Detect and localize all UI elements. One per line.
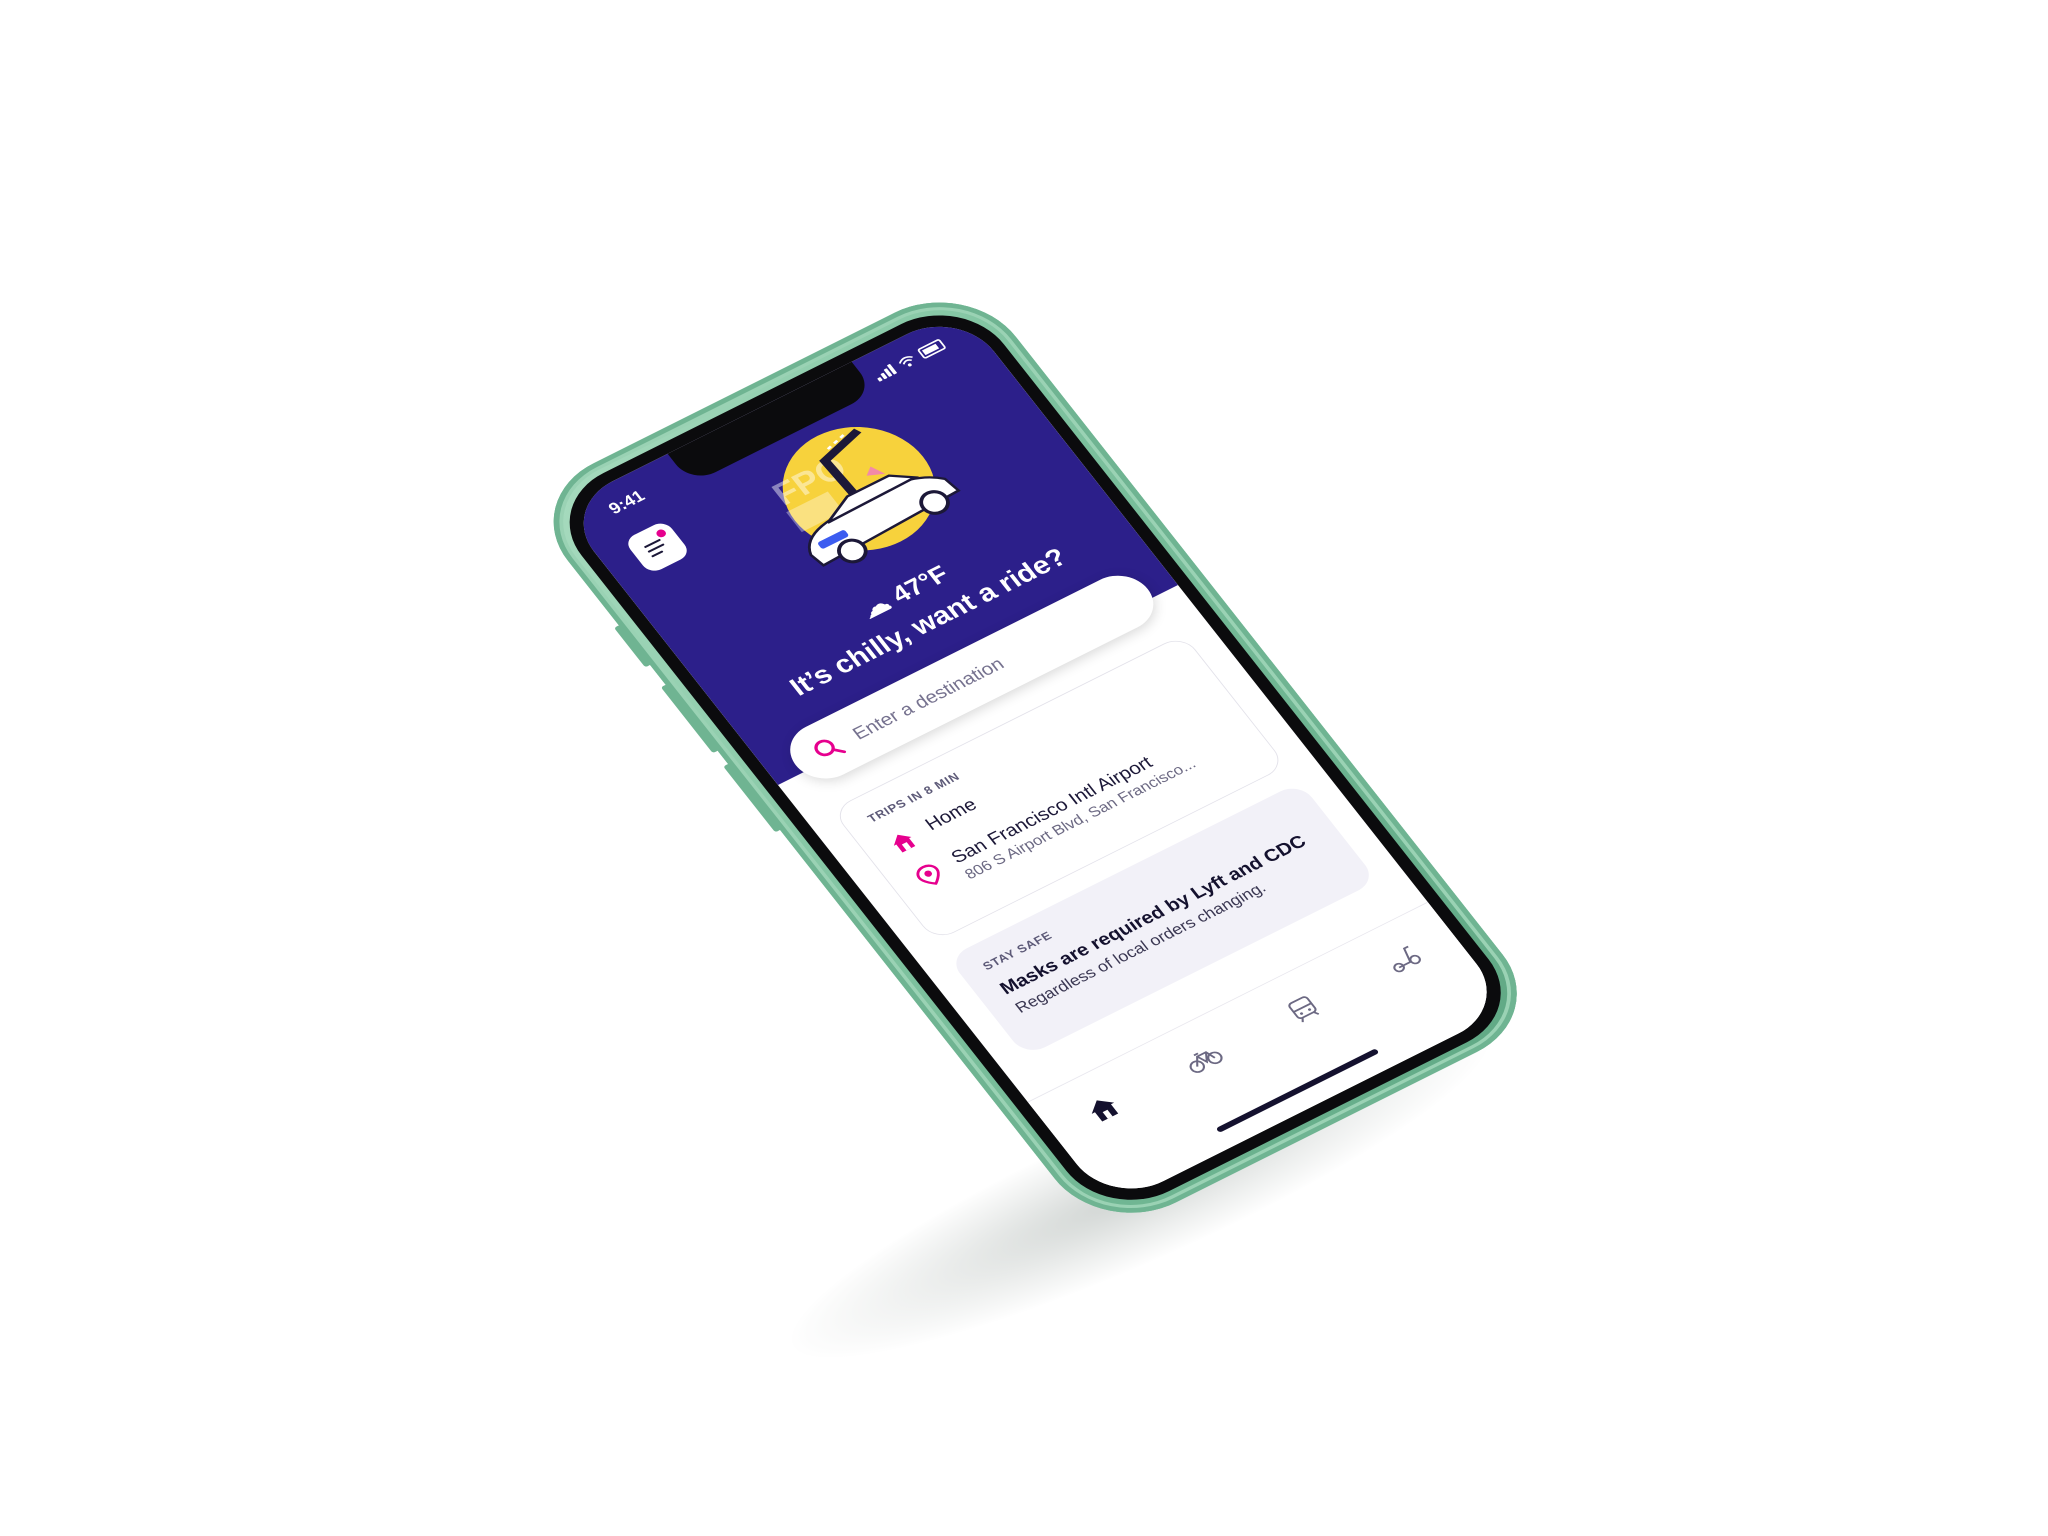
- hamburger-menu-icon: [644, 538, 665, 558]
- mockup-stage: 9:41 FPO ☁ 47°F It’s chilly, want a ride…: [0, 0, 2048, 1536]
- cloud-icon: ☁: [855, 589, 897, 624]
- home-icon: [893, 834, 916, 853]
- transit-icon: [1287, 996, 1319, 1023]
- cellular-signal-icon: [872, 363, 898, 382]
- bike-icon: [1189, 1051, 1223, 1074]
- app-screen: 9:41 FPO ☁ 47°F It’s chilly, want a ride…: [559, 307, 1511, 1208]
- menu-button[interactable]: [623, 519, 692, 575]
- status-icons: [872, 338, 947, 382]
- tab-home[interactable]: [1074, 1086, 1132, 1133]
- trip-title: Home: [920, 794, 981, 835]
- tab-scooter[interactable]: [1374, 936, 1432, 983]
- battery-icon: [916, 338, 947, 360]
- scooter-icon: [1392, 945, 1421, 973]
- home-icon: [1091, 1100, 1118, 1122]
- location-pin-icon: [916, 864, 940, 885]
- wifi-icon: [898, 356, 913, 367]
- status-time: 9:41: [605, 487, 649, 518]
- search-icon: [814, 739, 847, 757]
- tab-bike[interactable]: [1174, 1036, 1232, 1083]
- tab-transit[interactable]: [1274, 986, 1332, 1033]
